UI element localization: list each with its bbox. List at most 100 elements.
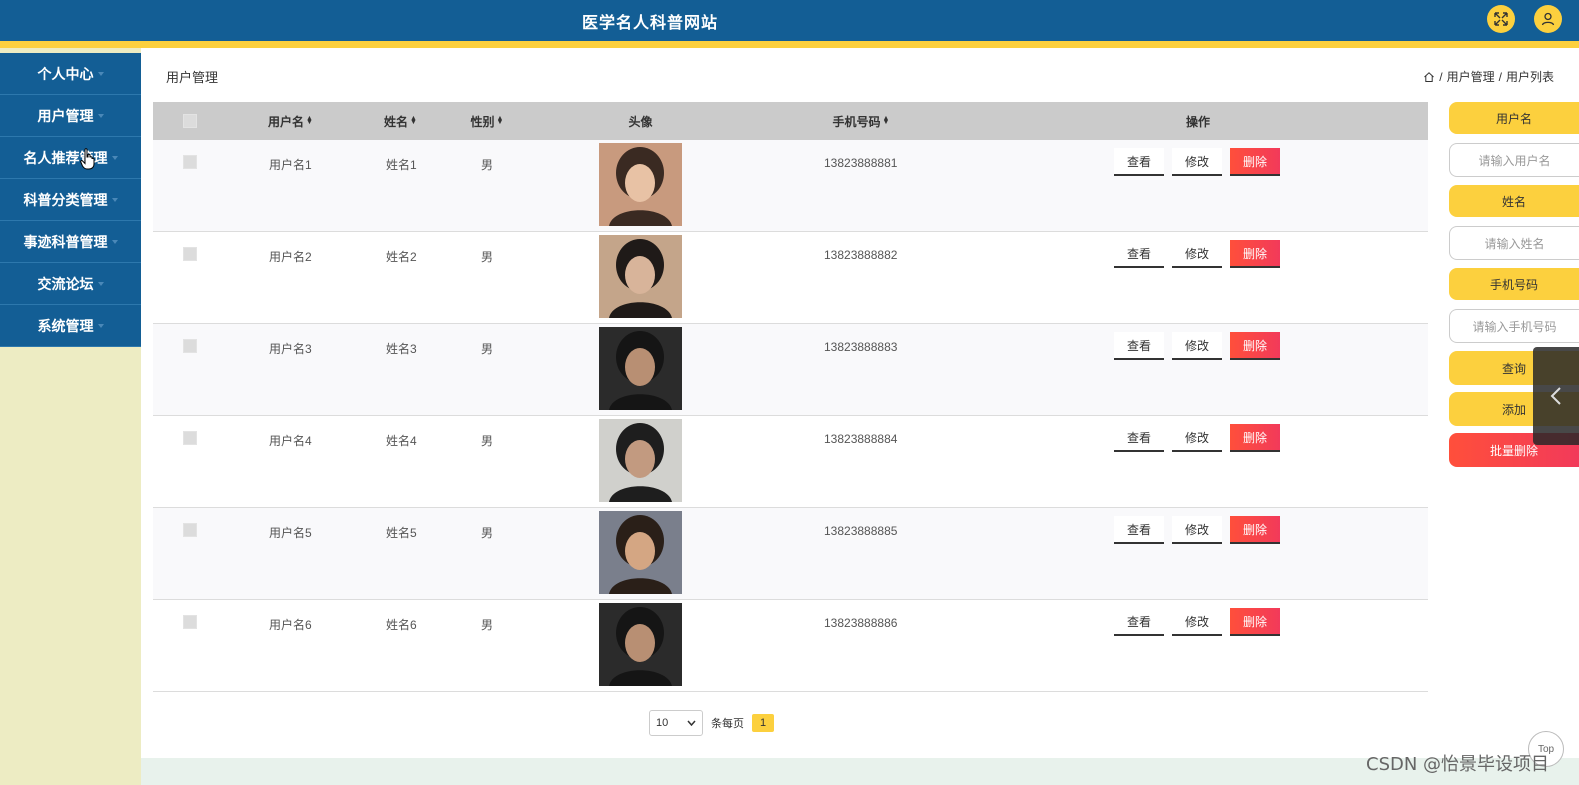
view-button[interactable]: 查看 — [1114, 516, 1164, 544]
table-row: 用户名5 姓名5 男 13823888885 查看 修改 删除 — [153, 508, 1428, 600]
edit-button[interactable]: 修改 — [1172, 332, 1222, 360]
chevron-down-icon — [97, 323, 104, 328]
table-row: 用户名1 姓名1 男 13823888881 查看 修改 删除 — [153, 140, 1428, 232]
sidebar-item-celebrity-recommend[interactable]: 名人推荐管理 — [0, 137, 141, 179]
breadcrumb-item-user-management[interactable]: 用户管理 — [1447, 68, 1495, 85]
view-button[interactable]: 查看 — [1114, 332, 1164, 360]
fullscreen-button[interactable] — [1487, 5, 1515, 33]
table-row: 用户名6 姓名6 男 13823888886 查看 修改 删除 — [153, 600, 1428, 692]
table-row: 用户名4 姓名4 男 13823888884 查看 修改 删除 — [153, 416, 1428, 508]
chevron-down-icon — [111, 155, 118, 160]
watermark: CSDN @怡景毕设项目 — [1366, 754, 1550, 775]
edit-button[interactable]: 修改 — [1172, 148, 1222, 176]
sidebar-item-deeds-management[interactable]: 事迹科普管理 — [0, 221, 141, 263]
name-search-input[interactable]: 请输入姓名 — [1449, 226, 1579, 260]
row-checkbox[interactable] — [183, 247, 197, 261]
edit-button[interactable]: 修改 — [1172, 424, 1222, 452]
collapse-panel-tab[interactable] — [1533, 347, 1579, 445]
row-checkbox-cell — [183, 155, 197, 169]
column-label: 用户名 — [268, 114, 305, 129]
cell-phone: 13823888884 — [824, 432, 898, 446]
chevron-down-icon — [97, 71, 104, 76]
sort-icon: ▲ ▼ — [410, 115, 417, 126]
column-header-username[interactable]: 用户名 ▲ ▼ — [253, 102, 328, 140]
edit-button[interactable]: 修改 — [1172, 516, 1222, 544]
cell-name: 姓名3 — [386, 342, 417, 356]
select-all-checkbox-cell — [183, 102, 197, 140]
row-checkbox-cell — [183, 431, 197, 445]
avatar-image — [599, 511, 682, 594]
expand-arrows-icon — [1494, 12, 1508, 26]
row-checkbox-cell — [183, 523, 197, 537]
view-button[interactable]: 查看 — [1114, 608, 1164, 636]
column-header-avatar: 头像 — [599, 102, 682, 140]
avatar-image — [599, 235, 682, 318]
header-accent-stripe — [0, 41, 1579, 48]
sort-icon: ▲ ▼ — [306, 115, 313, 126]
cell-gender: 男 — [481, 434, 494, 448]
row-checkbox[interactable] — [183, 339, 197, 353]
table-header: 用户名 ▲ ▼ 姓名 ▲ ▼ 性别 ▲ ▼ 头像 手机号码 ▲ ▼ 操作 — [153, 102, 1428, 140]
sidebar-item-system-management[interactable]: 系统管理 — [0, 305, 141, 347]
column-header-phone[interactable]: 手机号码 ▲ ▼ — [811, 102, 911, 140]
cell-gender: 男 — [481, 342, 494, 356]
select-all-checkbox[interactable] — [183, 114, 197, 128]
row-checkbox[interactable] — [183, 155, 197, 169]
row-checkbox[interactable] — [183, 431, 197, 445]
column-label: 姓名 — [384, 114, 409, 129]
sidebar-menu: 个人中心 用户管理 名人推荐管理 科普分类管理 事迹科普管理 交流论坛 系统管理 — [0, 53, 141, 347]
column-label: 性别 — [470, 114, 495, 129]
view-button[interactable]: 查看 — [1114, 148, 1164, 176]
row-checkbox-cell — [183, 247, 197, 261]
column-header-gender[interactable]: 性别 ▲ ▼ — [456, 102, 518, 140]
delete-button[interactable]: 删除 — [1230, 424, 1280, 452]
user-menu-button[interactable] — [1534, 5, 1562, 33]
delete-button[interactable]: 删除 — [1230, 148, 1280, 176]
cell-gender: 男 — [481, 158, 494, 172]
delete-button[interactable]: 删除 — [1230, 240, 1280, 268]
page-size-select[interactable]: 10 — [649, 710, 703, 736]
delete-button[interactable]: 删除 — [1230, 608, 1280, 636]
name-filter-label: 姓名 — [1449, 185, 1579, 217]
edit-button[interactable]: 修改 — [1172, 608, 1222, 636]
column-label: 操作 — [1185, 114, 1210, 129]
sidebar-item-forum[interactable]: 交流论坛 — [0, 263, 141, 305]
cell-name: 姓名4 — [386, 434, 417, 448]
column-header-operations: 操作 — [1163, 102, 1233, 140]
row-checkbox[interactable] — [183, 523, 197, 537]
cell-phone: 13823888881 — [824, 156, 898, 170]
sidebar-item-personal-center[interactable]: 个人中心 — [0, 53, 141, 95]
footer-band — [141, 758, 1579, 785]
sidebar-item-category-management[interactable]: 科普分类管理 — [0, 179, 141, 221]
username-search-input[interactable]: 请输入用户名 — [1449, 143, 1579, 177]
cell-username: 用户名6 — [269, 618, 312, 632]
breadcrumb-separator: / — [1498, 69, 1502, 84]
user-icon — [1541, 12, 1555, 26]
sidebar-item-user-management[interactable]: 用户管理 — [0, 95, 141, 137]
row-checkbox[interactable] — [183, 615, 197, 629]
avatar-image — [599, 603, 682, 686]
row-checkbox-cell — [183, 615, 197, 629]
delete-button[interactable]: 删除 — [1230, 332, 1280, 360]
sidebar-item-label: 科普分类管理 — [23, 191, 108, 208]
sort-icon: ▲ ▼ — [496, 115, 504, 126]
avatar-photo — [599, 327, 682, 410]
column-header-name[interactable]: 姓名 ▲ ▼ — [368, 102, 433, 140]
view-button[interactable]: 查看 — [1114, 424, 1164, 452]
row-checkbox-cell — [183, 339, 197, 353]
view-button[interactable]: 查看 — [1114, 240, 1164, 268]
sidebar: 个人中心 用户管理 名人推荐管理 科普分类管理 事迹科普管理 交流论坛 系统管理 — [0, 48, 141, 785]
phone-search-input[interactable]: 请输入手机号码 — [1449, 309, 1579, 343]
home-icon[interactable] — [1423, 71, 1435, 83]
table-body: 用户名1 姓名1 男 13823888881 查看 修改 删除 用户名2 姓名2 男 1382388… — [153, 140, 1428, 692]
delete-button[interactable]: 删除 — [1230, 516, 1280, 544]
page-title: 用户管理 — [166, 70, 219, 85]
cell-gender: 男 — [481, 526, 494, 540]
cell-username: 用户名5 — [269, 526, 312, 540]
sidebar-item-label: 个人中心 — [37, 65, 94, 82]
page-number-button[interactable]: 1 — [752, 714, 774, 732]
chevron-down-icon — [111, 197, 118, 202]
cell-name: 姓名1 — [386, 158, 417, 172]
sidebar-item-label: 交流论坛 — [37, 275, 94, 292]
edit-button[interactable]: 修改 — [1172, 240, 1222, 268]
